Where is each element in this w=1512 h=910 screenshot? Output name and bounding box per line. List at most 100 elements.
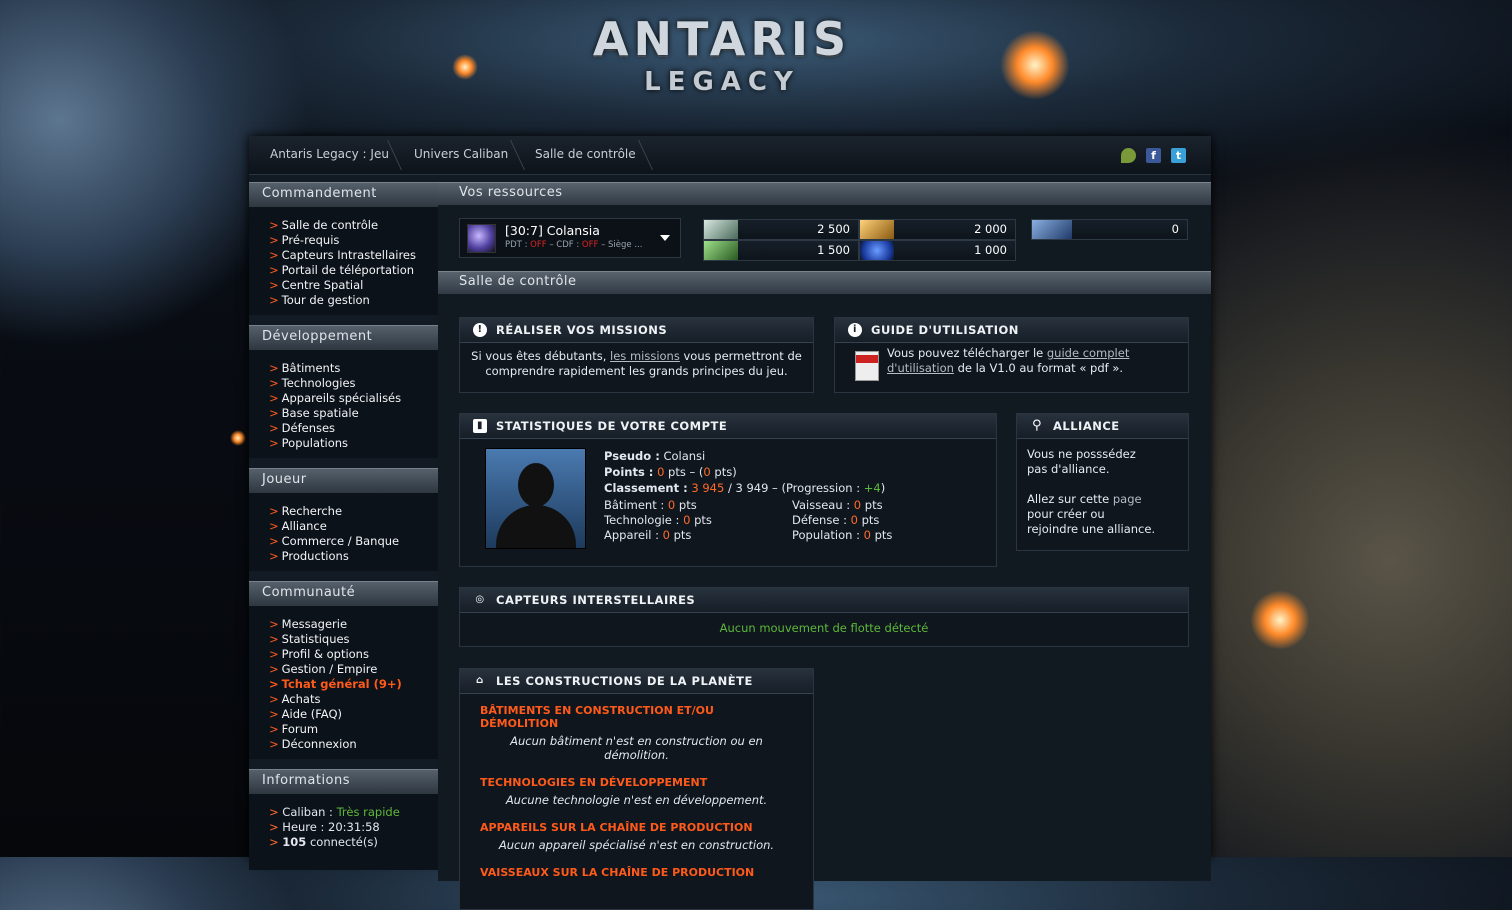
resources-bar: [30:7] Colansia PDT : OFF – CDF : OFF – … [438,205,1211,271]
constructions-panel: ⌂ LES CONSTRUCTIONS DE LA PLANÈTE BÂTIMEN… [459,668,814,910]
control-room-body: ! RÉALISER VOS MISSIONS Si vous êtes débu… [438,294,1211,910]
sidebar-item-centre-spatial[interactable]: > Centre Spatial [269,278,438,293]
resource-value: 2 500 [817,222,850,236]
sidebar-item-deconnexion[interactable]: > Déconnexion [269,737,438,752]
cons-section-title: APPAREILS SUR LA CHAÎNE DE PRODUCTION [480,821,753,834]
info-connected: > 105 connecté(s) [269,835,378,849]
sidebar-item-profil[interactable]: > Profil & options [269,647,438,662]
sidebar-heading: Joueur [249,468,438,493]
sidebar-item-commerce[interactable]: > Commerce / Banque [269,534,438,549]
guide-title: i GUIDE D'UTILISATION [835,318,1188,343]
sidebar-item-tour-de-gestion[interactable]: > Tour de gestion [269,293,438,308]
planet-selector[interactable]: [30:7] Colansia PDT : OFF – CDF : OFF – … [459,218,681,258]
sidebar-section-informations: Informations > Caliban : Très rapide > H… [249,769,438,870]
crumb-universe[interactable]: Univers Caliban [414,136,508,174]
resource-value: 1 000 [974,243,1007,257]
stat-batiment: Bâtiment : 0 pts [604,498,697,512]
building-icon: ⌂ [476,675,484,686]
cons-section-title: VAISSEAUX SUR LA CHAÎNE DE PRODUCTION [480,866,755,879]
guide-text: Vous pouvez télécharger le guide complet… [887,346,1130,375]
sidebar-item-defenses[interactable]: > Défenses [269,421,438,436]
resource-energy: 1 000 [859,240,1016,261]
resource-value: 1 500 [817,243,850,257]
missions-link[interactable]: les missions [610,349,680,363]
sidebar-item-appareils[interactable]: > Appareils spécialisés [269,391,438,406]
resource-gold: 2 000 [859,219,1016,240]
sensors-panel: ◎ CAPTEURS INTERSTELLAIRES Aucun mouvemen… [459,587,1189,647]
main-frame: Antaris Legacy : Jeu Univers Caliban Sal… [249,136,1211,910]
game-logo[interactable]: ANTARIS LEGACY [572,10,872,115]
missions-panel: ! RÉALISER VOS MISSIONS Si vous êtes débu… [459,317,814,393]
exclamation-icon: ! [473,323,487,337]
info-time: > Heure : 20:31:58 [269,820,380,834]
cons-section-text: Aucune technologie n'est en développemen… [505,793,768,807]
sidebar-item-achats[interactable]: > Achats [269,692,438,707]
resource-value: 2 000 [974,222,1007,236]
cons-section-text: Aucun bâtiment n'est en construction ou … [510,734,763,762]
missions-text: Si vous êtes débutants, les missions vou… [471,349,802,378]
alliance-page-link[interactable]: page [1113,492,1142,506]
sidebar-section-communaute: Communauté > Messagerie > Statistiques > Pr… [249,581,438,759]
avatar[interactable] [485,448,586,549]
sidebar-item-batiments[interactable]: > Bâtiments [269,361,438,376]
alliance-panel: ⚲ ALLIANCE Vous ne posssédez pas d'allian… [1016,413,1189,551]
stat-defense: Défense : 0 pts [792,513,880,527]
sidebar-heading: Développement [249,325,438,350]
sidebar-item-productions[interactable]: > Productions [269,549,438,564]
sidebar-section-commandement: Commandement > Salle de contrôle > Pré-req… [249,182,438,315]
sidebar-heading: Communauté [249,581,438,606]
sidebar-item-forum[interactable]: > Forum [269,722,438,737]
gold-icon [860,220,894,239]
resource-value: 0 [1171,222,1179,236]
flare [1250,590,1310,650]
info-universe: > Caliban : Très rapide [269,805,400,819]
energy-icon [860,241,894,260]
flare [1000,30,1070,100]
stat-vaisseau: Vaisseau : 0 pts [792,498,883,512]
crumb-game[interactable]: Antaris Legacy : Jeu [270,136,389,174]
alliance-text: Vous ne posssédez pas d'alliance. Allez … [1027,447,1156,536]
sidebar-section-joueur: Joueur > Recherche > Alliance > Commerce / … [249,468,438,571]
sidebar-item-gestion-empire[interactable]: > Gestion / Empire [269,662,438,677]
sidebar-item-capteurs[interactable]: > Capteurs Intrastellaires [269,248,438,263]
planet-status: PDT : OFF – CDF : OFF – Siège ... [505,240,643,250]
sidebar-item-alliance[interactable]: > Alliance [269,519,438,534]
bar-chart-icon: ▮ [473,419,487,433]
chevron-down-icon[interactable] [660,235,670,241]
control-room-heading: Salle de contrôle [438,271,1211,294]
cons-section-title: BÂTIMENTS EN CONSTRUCTION ET/OU DÉMOLITI… [480,704,714,730]
missions-title: ! RÉALISER VOS MISSIONS [460,318,813,343]
sidebar-item-recherche[interactable]: > Recherche [269,504,438,519]
sidebar-item-base-spatiale[interactable]: > Base spatiale [269,406,438,421]
breadcrumb: Antaris Legacy : Jeu Univers Caliban Sal… [249,136,1211,175]
sidebar-item-portail[interactable]: > Portail de téléportation [269,263,438,278]
crumb-control-room[interactable]: Salle de contrôle [535,136,636,174]
planet-icon [467,224,496,253]
flare [230,430,246,446]
sidebar-item-technologies[interactable]: > Technologies [269,376,438,391]
sidebar-item-pre-requis[interactable]: > Pré-requis [269,233,438,248]
stat-appareil: Appareil : 0 pts [604,528,692,542]
pdf-icon[interactable] [855,351,879,381]
sidebar-item-tchat[interactable]: > Tchat général (9+) [269,677,438,692]
resource-ships: 0 [1031,219,1188,240]
facebook-icon[interactable]: f [1146,148,1161,163]
resources-heading: Vos ressources [438,182,1211,205]
info-icon: i [848,323,862,337]
logo-subtitle: LEGACY [644,67,800,97]
main-content: Vos ressources [30:7] Colansia PDT : OFF… [438,182,1211,910]
sidebar-heading: Commandement [249,182,438,207]
sidebar-item-salle-de-controle[interactable]: > Salle de contrôle [269,218,438,233]
sidebar-item-aide[interactable]: > Aide (FAQ) [269,707,438,722]
leaf-icon[interactable] [1121,148,1136,163]
logo-title: ANTARIS [592,12,852,66]
sidebar: Commandement > Salle de contrôle > Pré-req… [249,182,438,880]
resource-metal: 2 500 [703,219,859,240]
alliance-icon: ⚲ [1031,418,1043,433]
twitter-icon[interactable]: t [1171,148,1186,163]
sidebar-item-messagerie[interactable]: > Messagerie [269,617,438,632]
alliance-title: ⚲ ALLIANCE [1017,414,1188,439]
metal-icon [704,220,738,239]
sidebar-item-statistiques[interactable]: > Statistiques [269,632,438,647]
sidebar-item-populations[interactable]: > Populations [269,436,438,451]
